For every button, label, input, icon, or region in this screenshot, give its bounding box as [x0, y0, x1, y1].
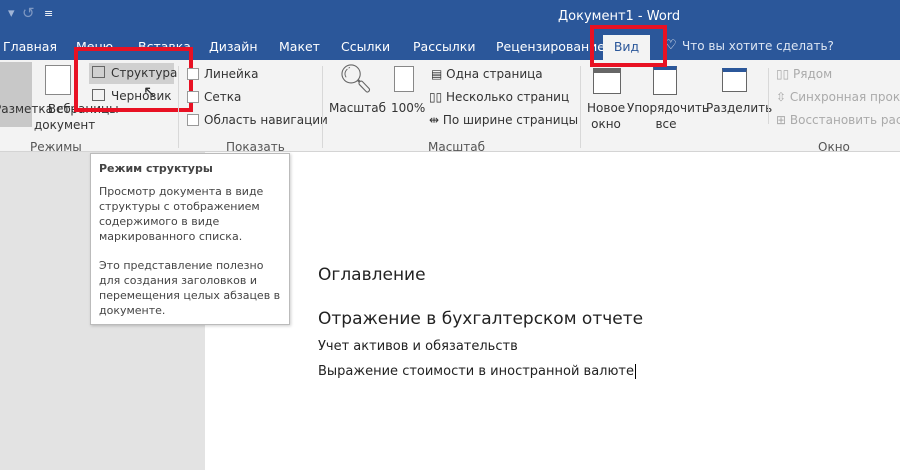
tab-mailings[interactable]: Рассылки: [413, 39, 475, 54]
multiple-pages-button[interactable]: ▯▯ Несколько страниц: [429, 90, 569, 104]
sync-scroll-label: Синхронная прокрутка: [789, 90, 900, 104]
page-width-button[interactable]: ⇹ По ширине страницы: [429, 113, 578, 127]
new-window-button[interactable]: Новое окно: [587, 100, 625, 132]
ruler-checkbox[interactable]: Линейка: [187, 67, 258, 81]
customize-toolbar-icon[interactable]: ≡: [44, 7, 53, 20]
reset-window-label: Восстановить расположение: [789, 113, 900, 127]
heading-1[interactable]: Отражение в бухгалтерском отчете: [318, 309, 643, 329]
side-by-side-label: Рядом: [793, 67, 833, 81]
arrange-all-label-1: Упорядочить: [627, 101, 709, 115]
zoom-button[interactable]: Масштаб: [329, 101, 386, 115]
web-layout-icon: [45, 65, 71, 95]
body-text[interactable]: Выражение стоимости в иностранной валюте: [318, 364, 636, 379]
ruler-label: Линейка: [204, 67, 259, 81]
navigation-pane-checkbox[interactable]: Область навигации: [187, 113, 328, 127]
grid-checkbox[interactable]: Сетка: [187, 90, 241, 104]
window-title: Документ1 - Word: [558, 9, 681, 24]
tooltip: Режим структуры Просмотр документа в вид…: [90, 153, 290, 325]
sync-scroll-button[interactable]: ⇳ Синхронная прокрутка: [776, 90, 900, 104]
title-bar: ▾ ↺ ≡ Документ1 - Word: [0, 0, 900, 33]
zoom-icon: 🔍︎: [338, 62, 374, 95]
new-window-label-2: окно: [591, 117, 621, 131]
toc-heading[interactable]: Оглавление: [318, 265, 426, 285]
view-side-by-side-button[interactable]: ▯▯ Рядом: [776, 67, 832, 81]
tab-references[interactable]: Ссылки: [341, 39, 390, 54]
tab-layout[interactable]: Макет: [279, 39, 320, 54]
arrange-all-label-2: все: [655, 117, 677, 131]
one-page-button[interactable]: ▤ Одна страница: [431, 67, 543, 81]
tell-me-search[interactable]: Что вы хотите сделать?: [682, 39, 834, 53]
grid-label: Сетка: [204, 90, 242, 104]
arrange-all-button[interactable]: Упорядочить все: [627, 100, 709, 132]
print-layout-button[interactable]: Разметка страницы: [0, 62, 119, 127]
zoom-100-icon: [394, 66, 414, 92]
tooltip-paragraph-1: Просмотр документа в виде структуры с от…: [99, 185, 264, 243]
tooltip-paragraph-2: Это представление полезно для создания з…: [99, 259, 281, 317]
tooltip-title: Режим структуры: [99, 162, 213, 175]
new-window-icon: [593, 68, 621, 94]
split-icon: [722, 68, 747, 92]
reset-window-position-button[interactable]: ⊞ Восстановить расположение: [776, 113, 900, 127]
split-button[interactable]: Разделить: [706, 101, 772, 115]
group-label-modes: Режимы: [30, 140, 82, 154]
navigation-pane-label: Область навигации: [204, 113, 328, 127]
undo-dropdown-icon[interactable]: ▾: [8, 6, 15, 21]
page-width-label: По ширине страницы: [442, 113, 579, 127]
arrange-all-icon: [653, 66, 677, 95]
new-window-label-1: Новое: [587, 101, 626, 115]
multiple-pages-label: Несколько страниц: [446, 90, 570, 104]
highlight-box-outline: [74, 47, 193, 112]
redo-icon[interactable]: ↺: [22, 4, 35, 22]
tab-review[interactable]: Рецензирование: [496, 39, 605, 54]
one-page-label: Одна страница: [446, 67, 543, 81]
heading-2[interactable]: Учет активов и обязательств: [318, 339, 518, 354]
tab-home[interactable]: Главная: [3, 39, 57, 54]
zoom-100-button[interactable]: 100%: [391, 101, 425, 115]
tab-design[interactable]: Дизайн: [209, 39, 258, 54]
highlight-box-view-tab: [590, 25, 667, 67]
